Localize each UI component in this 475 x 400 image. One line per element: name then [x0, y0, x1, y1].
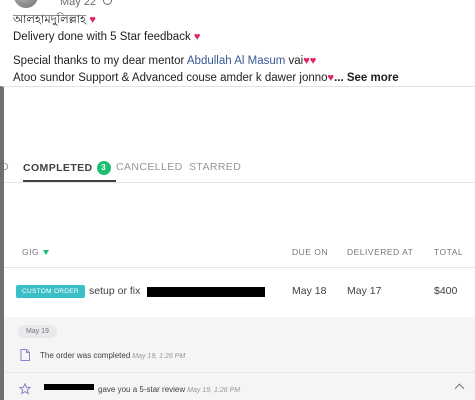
- table-row[interactable]: CUSTOM ORDER setup or fix May 18 May 17 …: [4, 268, 475, 316]
- delivered-date: May 17: [347, 285, 382, 297]
- document-icon: [20, 349, 30, 361]
- post-line-1-text: আলহামদুলিল্লাহ: [13, 14, 87, 26]
- redaction-bar: [44, 384, 94, 390]
- filter-icon[interactable]: [43, 250, 50, 255]
- column-gig[interactable]: GIG: [22, 247, 50, 257]
- page-title: s: [4, 115, 5, 141]
- post-body: আলহামদুলিল্লাহ ♥ Delivery done with 5 St…: [13, 12, 399, 86]
- star-icon: [19, 383, 31, 395]
- table-header: GIG DUE ON DELIVERED AT TOTAL: [4, 247, 475, 269]
- event-time: May 19, 1:26 PM: [132, 353, 186, 360]
- post-line-1: আলহামদুলিল্লাহ ♥: [13, 12, 399, 29]
- divider: [4, 182, 475, 183]
- post-line-2: Delivery done with 5 Star feedback ♥: [13, 29, 399, 46]
- tab-completed[interactable]: COMPLETED 3: [23, 161, 111, 175]
- globe-icon: [103, 0, 113, 5]
- column-delivered[interactable]: DELIVERED AT: [347, 247, 413, 257]
- event-message: The order was completed: [40, 351, 131, 360]
- post-date[interactable]: May 22: [60, 0, 96, 8]
- post-line-4: Atoo sundor Support & Advanced couse amd…: [13, 70, 399, 87]
- orders-screenshot: s D COMPLETED3 CANCELLED STARRED GIG DUE…: [0, 86, 475, 400]
- chevron-up-icon[interactable]: [454, 383, 465, 394]
- see-more-link[interactable]: ... See more: [334, 72, 399, 84]
- tab-partial[interactable]: D: [4, 161, 9, 173]
- column-gig-label: GIG: [22, 247, 40, 257]
- event-order-completed: The order was completed May 19, 1:26 PM: [4, 345, 475, 369]
- redaction-bar: [147, 287, 265, 297]
- tab-completed-label: COMPLETED: [23, 162, 93, 174]
- post-line-3-suffix: vai: [285, 55, 304, 67]
- order-total: $400: [434, 285, 458, 297]
- column-due[interactable]: DUE ON: [292, 247, 328, 257]
- event-text: gave you a 5-star review May 19, 1:26 PM: [98, 385, 240, 394]
- post-meta: May 22: [60, 0, 113, 8]
- heart-icon: ♥: [309, 55, 317, 67]
- tab-cancelled[interactable]: CANCELLED: [116, 161, 183, 173]
- due-date: May 18: [292, 285, 327, 297]
- event-message: gave you a 5-star review: [98, 385, 186, 394]
- facebook-post: May 22 আলহামদুলিল্লাহ ♥ Delivery done wi…: [0, 0, 475, 88]
- count-badge: 3: [96, 161, 111, 175]
- post-line-4-text: Atoo sundor Support & Advanced couse amd…: [13, 71, 328, 84]
- heart-icon: ♥: [193, 30, 201, 43]
- order-tabs: D COMPLETED 3 CANCELLED STARRED: [4, 161, 475, 181]
- gig-title[interactable]: setup or fix: [89, 285, 140, 297]
- event-time: May 19, 1:26 PM: [187, 387, 241, 394]
- custom-order-badge: CUSTOM ORDER: [16, 285, 85, 298]
- tab-starred[interactable]: STARRED: [189, 161, 241, 173]
- divider: [4, 372, 475, 373]
- post-line-2-text: Delivery done with 5 Star feedback: [13, 30, 191, 43]
- column-total[interactable]: TOTAL: [434, 247, 463, 257]
- post-line-3: Special thanks to my dear mentor Abdulla…: [13, 53, 399, 70]
- event-review[interactable]: gave you a 5-star review May 19, 1:26 PM: [4, 379, 475, 400]
- post-line-3-text: Special thanks to my dear mentor: [13, 55, 187, 67]
- activity-feed: May 19 The order was completed May 19, 1:…: [4, 317, 475, 400]
- date-divider: May 19: [18, 325, 57, 338]
- mention-link[interactable]: Abdullah Al Masum: [187, 55, 285, 67]
- avatar[interactable]: [14, 0, 38, 8]
- event-text: The order was completed May 19, 1:26 PM: [40, 351, 185, 360]
- heart-icon: ♥: [89, 14, 96, 26]
